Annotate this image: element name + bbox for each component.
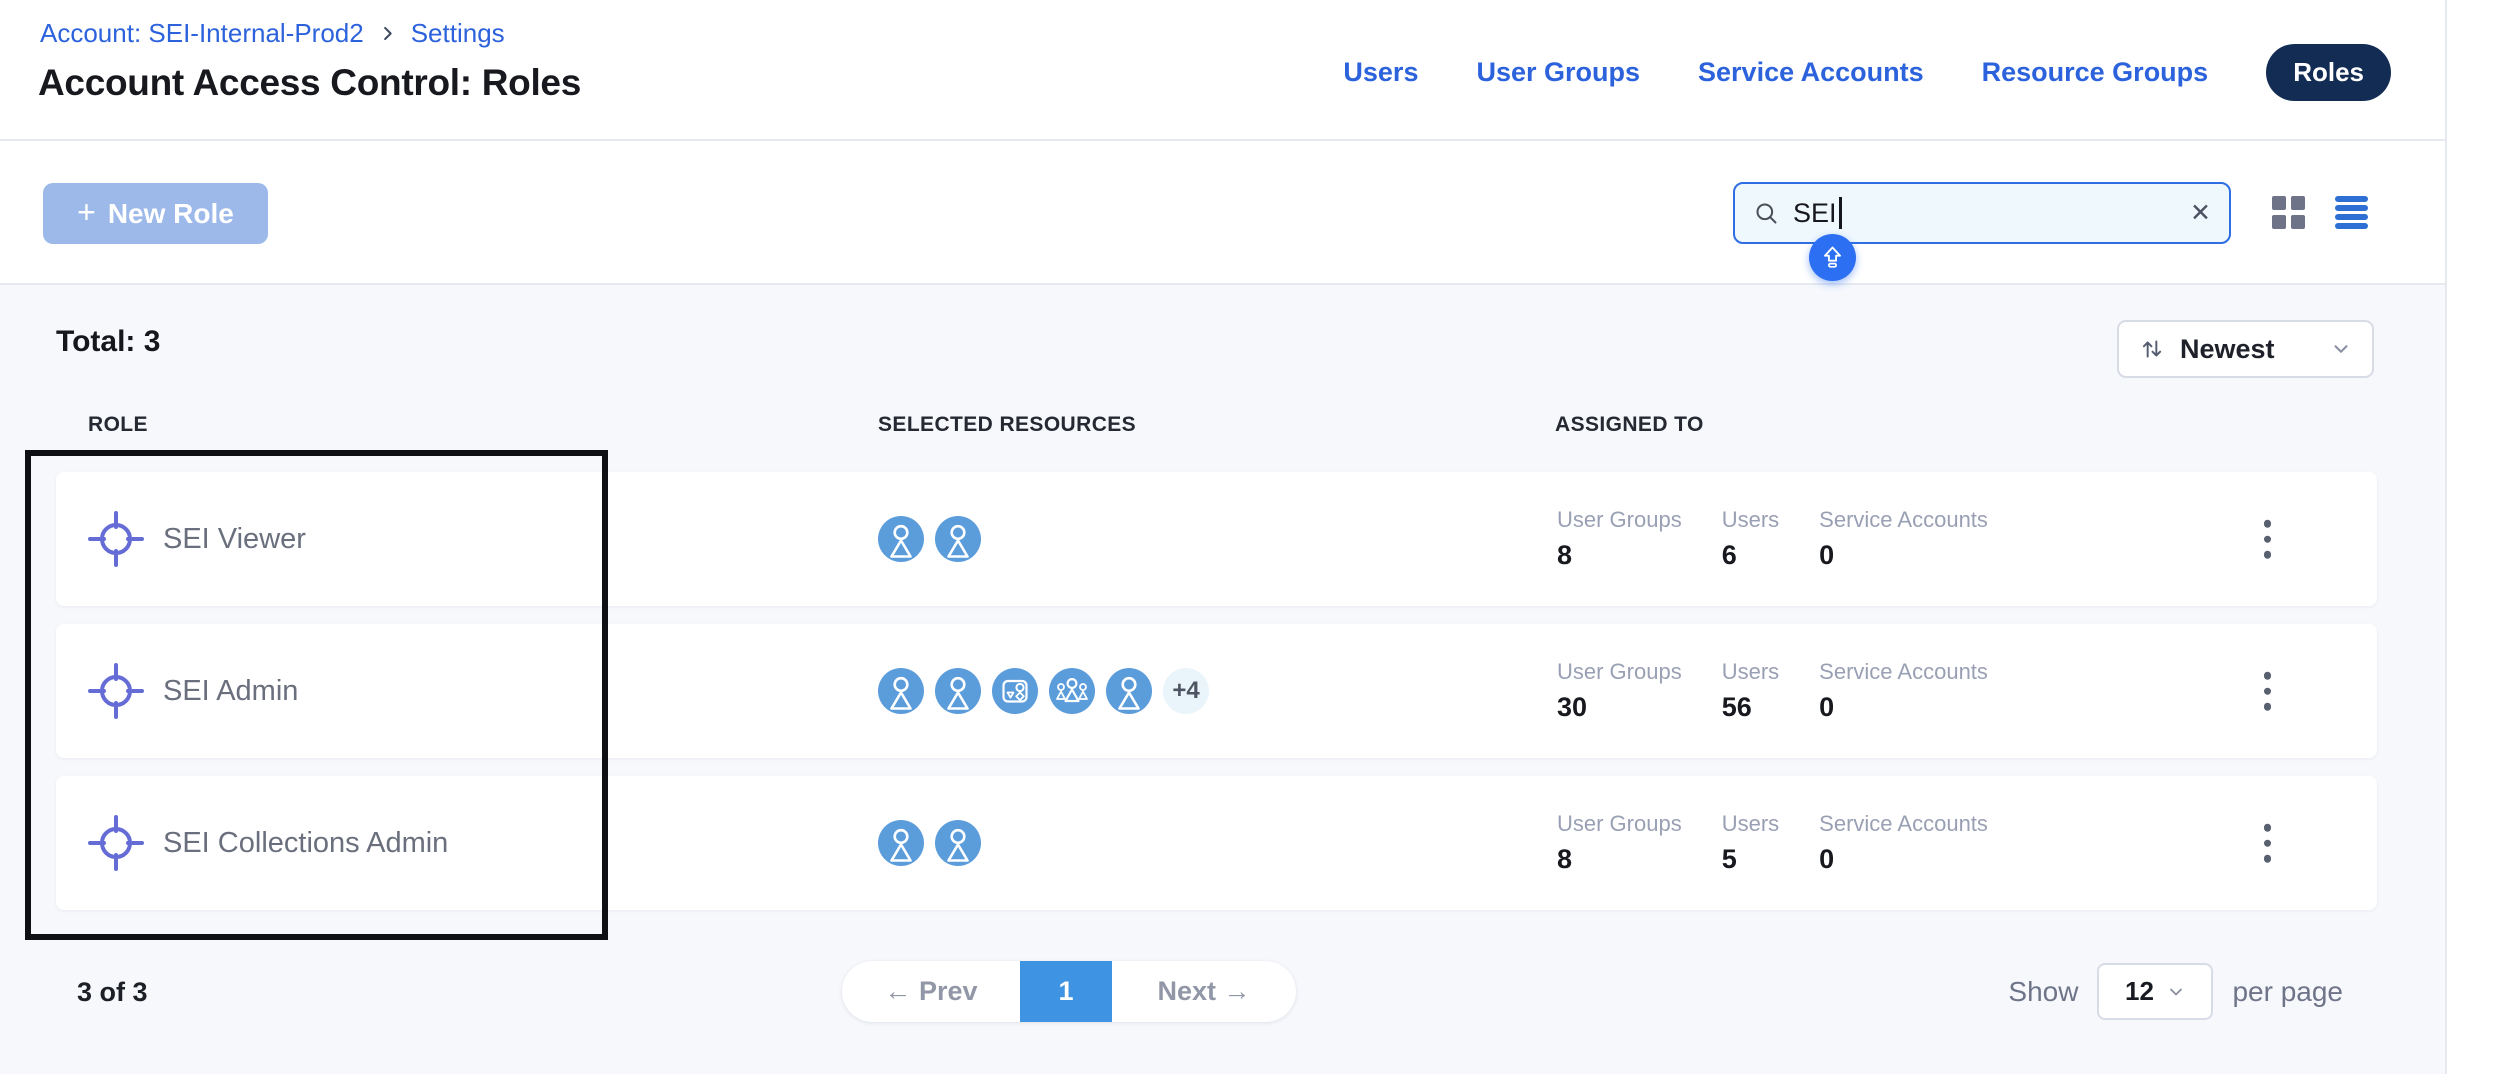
next-page-button[interactable]: Next → [1112,961,1296,1022]
assigned-to-cell: User Groups 30 Users 56 Service Accounts… [1557,659,2377,723]
grid-view-icon [2272,196,2286,210]
nav-tab-roles-active[interactable]: Roles [2266,44,2391,101]
page-size-select[interactable]: 12 [2097,963,2213,1020]
table-row[interactable]: SEI Viewer User Groups 8 Users 6 [56,472,2377,606]
toolbar: + New Role SEI ✕ [0,141,2445,285]
page-size-control: Show 12 per page [2008,963,2343,1020]
page-title: Account Access Control: Roles [38,62,581,104]
user-avatar-icon [935,516,981,562]
access-control-nav: Users User Groups Service Accounts Resou… [1343,44,2391,101]
main-panel: Account: SEI-Internal-Prod2 Settings Acc… [0,0,2447,1074]
per-page-label: per page [2232,976,2343,1008]
user-avatar-icon [878,668,924,714]
plus-icon: + [77,194,96,231]
column-header-role: ROLE [88,413,148,437]
chevron-down-icon [2166,982,2186,1002]
assigned-to-cell: User Groups 8 Users 5 Service Accounts 0 [1557,811,2377,875]
page-size-value: 12 [2125,976,2154,1007]
total-count: Total: 3 [56,325,160,359]
user-avatar-icon [878,516,924,562]
group-avatar-icon [1049,668,1095,714]
role-crosshair-icon [88,511,144,567]
row-menu-kebab-icon[interactable] [2258,818,2278,869]
stat-user-groups: User Groups 30 [1557,659,1682,723]
chevron-down-icon [2330,338,2352,360]
list-view-icon [2335,196,2368,202]
stat-users: Users 6 [1722,507,1779,571]
breadcrumb-settings-link[interactable]: Settings [411,18,505,49]
search-input[interactable]: SEI ✕ [1733,182,2231,244]
clear-search-button[interactable]: ✕ [2190,201,2211,226]
user-avatar-icon [935,668,981,714]
resources-avatar-icon [992,668,1038,714]
nav-tab-resource-groups[interactable]: Resource Groups [1982,57,2209,88]
selected-resources-cell [878,516,1557,562]
result-count: 3 of 3 [77,977,148,1008]
caps-lock-icon [1816,241,1849,274]
role-name: SEI Admin [163,675,298,708]
table-column-headers: ROLE SELECTED RESOURCES ASSIGNED TO [0,413,2445,443]
stat-user-groups: User Groups 8 [1557,811,1682,875]
roles-table-body: SEI Viewer User Groups 8 Users 6 [56,472,2377,910]
sort-arrows-icon [2139,336,2165,362]
role-cell: SEI Admin [56,663,878,719]
chevron-right-icon [378,24,397,43]
roles-page: Account: SEI-Internal-Prod2 Settings Acc… [0,0,2520,1074]
text-cursor [1839,197,1842,229]
stat-service-accounts: Service Accounts 0 [1819,507,1988,571]
assigned-to-cell: User Groups 8 Users 6 Service Accounts 0 [1557,507,2377,571]
roles-list-section: Total: 3 Newest ROLE SELECTED RESOURCES … [0,285,2445,1074]
breadcrumb-account-link[interactable]: Account: SEI-Internal-Prod2 [40,18,364,49]
new-role-label: New Role [108,198,234,230]
sort-dropdown[interactable]: Newest [2117,320,2374,378]
show-label: Show [2008,976,2078,1008]
pagination: ← Prev 1 Next → [842,961,1296,1022]
role-crosshair-icon [88,815,144,871]
page-header: Account: SEI-Internal-Prod2 Settings Acc… [0,0,2445,141]
row-menu-kebab-icon[interactable] [2258,514,2278,565]
table-row[interactable]: SEI Collections Admin User Groups 8 User… [56,776,2377,910]
more-resources-badge: +4 [1163,668,1209,714]
selected-resources-cell: +4 [878,668,1557,714]
prev-page-button[interactable]: ← Prev [842,961,1020,1022]
user-avatar-icon [878,820,924,866]
stat-users: Users 5 [1722,811,1779,875]
role-crosshair-icon [88,663,144,719]
typing-indicator [1809,234,1856,281]
role-name: SEI Viewer [163,523,306,556]
search-icon [1753,200,1780,227]
new-role-button[interactable]: + New Role [43,183,268,244]
grid-view-toggle[interactable] [2272,196,2305,229]
role-cell: SEI Viewer [56,511,878,567]
stat-service-accounts: Service Accounts 0 [1819,811,1988,875]
nav-tab-service-accounts[interactable]: Service Accounts [1698,57,1924,88]
table-row[interactable]: SEI Admin +4 User Groups 30 [56,624,2377,758]
nav-tab-users[interactable]: Users [1343,57,1418,88]
search-value: SEI [1793,198,1837,229]
user-avatar-icon [1106,668,1152,714]
row-menu-kebab-icon[interactable] [2258,666,2278,717]
nav-tab-user-groups[interactable]: User Groups [1476,57,1640,88]
user-avatar-icon [935,820,981,866]
selected-resources-cell [878,820,1557,866]
stat-service-accounts: Service Accounts 0 [1819,659,1988,723]
sort-selected-value: Newest [2180,334,2275,365]
breadcrumb: Account: SEI-Internal-Prod2 Settings [40,18,505,49]
page-1-button-active[interactable]: 1 [1020,961,1112,1022]
stat-user-groups: User Groups 8 [1557,507,1682,571]
column-header-assigned-to: ASSIGNED TO [1555,413,1704,437]
column-header-selected-resources: SELECTED RESOURCES [878,413,1136,437]
role-cell: SEI Collections Admin [56,815,878,871]
role-name: SEI Collections Admin [163,827,448,860]
stat-users: Users 56 [1722,659,1779,723]
list-view-toggle-active[interactable] [2335,196,2368,229]
